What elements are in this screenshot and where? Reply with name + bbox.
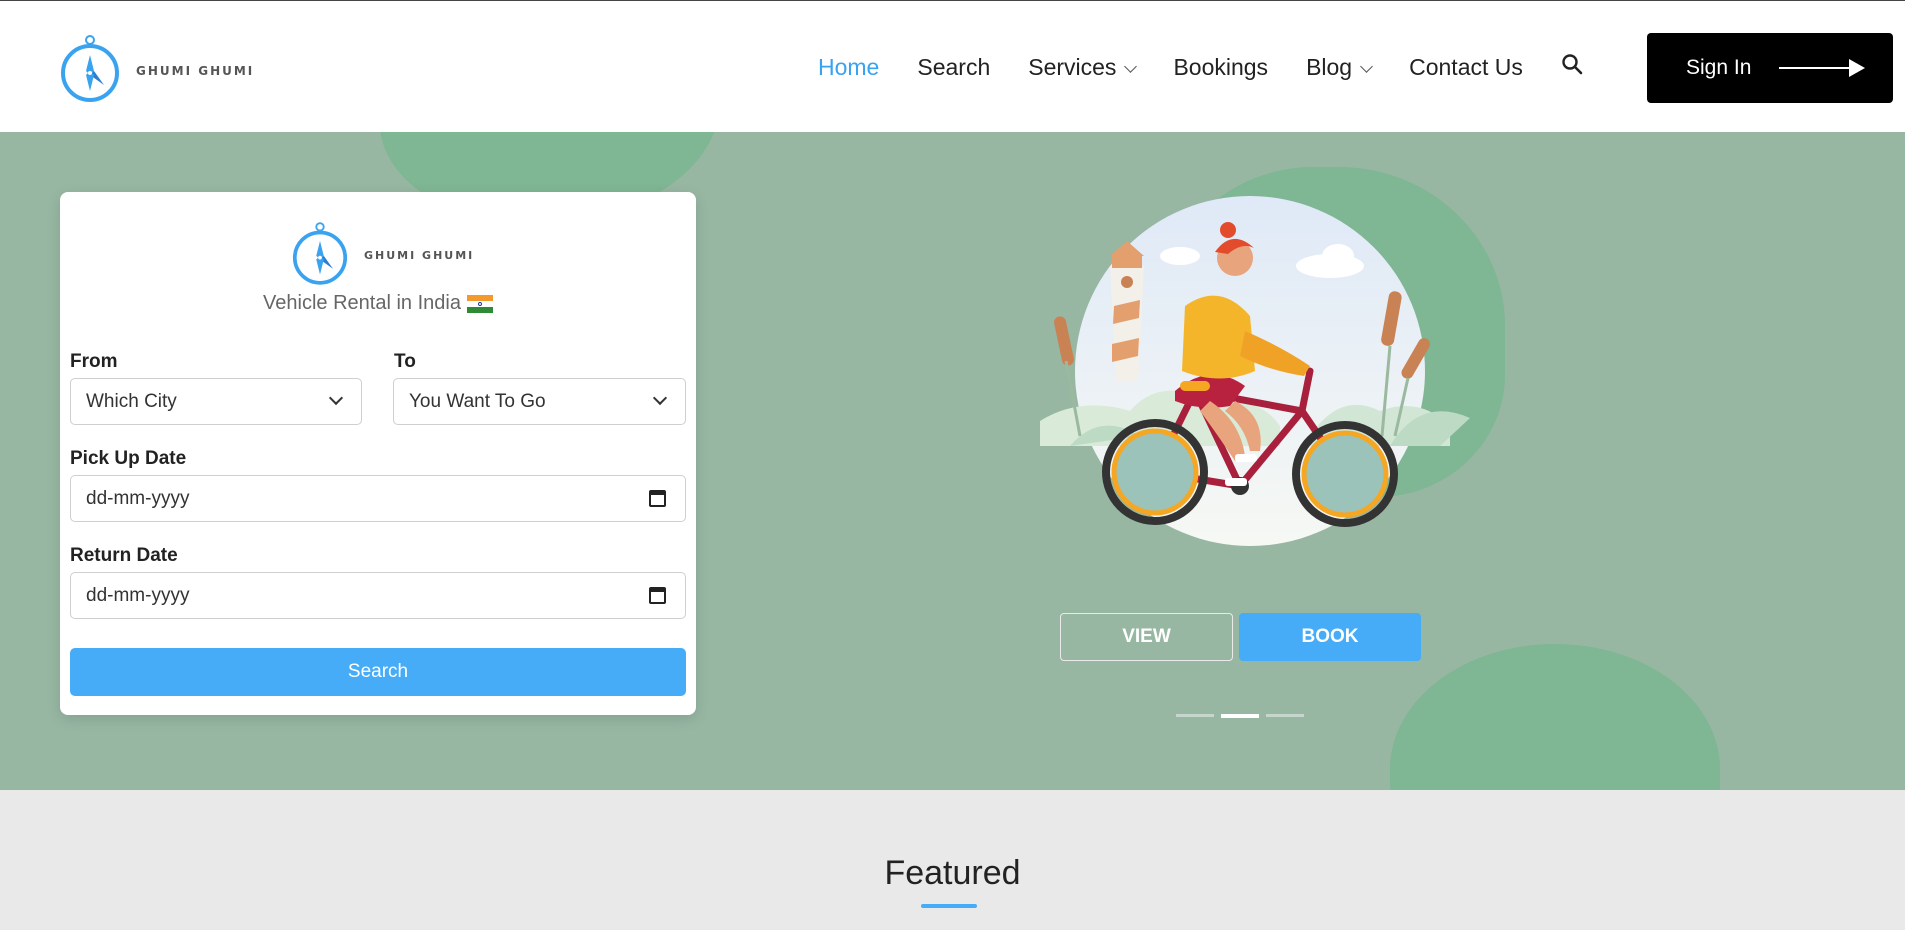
view-button-label: VIEW: [1122, 626, 1171, 647]
nav-search-label: Search: [917, 53, 991, 80]
main-nav: Home Search Services Bookings Blog Conta…: [818, 53, 1583, 81]
featured-section: Featured: [0, 790, 1905, 930]
from-city-select[interactable]: Which City: [70, 378, 362, 425]
carousel-indicators: [1176, 713, 1304, 718]
return-date-input[interactable]: dd-mm-yyyy: [70, 572, 686, 619]
chevron-down-icon: [1124, 59, 1138, 73]
nav-blog-label: Blog: [1306, 53, 1353, 80]
nav-contact-us-label: Contact Us: [1409, 53, 1523, 80]
nav-services-label: Services: [1028, 53, 1117, 80]
sign-in-button[interactable]: Sign In: [1647, 33, 1893, 103]
compass-icon: [292, 220, 348, 291]
featured-underline: [921, 904, 977, 908]
carousel-dot-active[interactable]: [1221, 713, 1259, 718]
nav-home[interactable]: Home: [818, 54, 879, 81]
book-button-label: BOOK: [1301, 626, 1359, 647]
form-brand-logo: GHUMI GHUMI: [292, 220, 474, 291]
search-icon[interactable]: [1561, 53, 1583, 81]
nav-blog[interactable]: Blog: [1306, 53, 1373, 81]
nav-contact-us[interactable]: Contact Us: [1409, 54, 1523, 81]
vehicle-search-form: GHUMI GHUMI Vehicle Rental in India From…: [60, 192, 696, 715]
to-city-value: You Want To Go: [409, 390, 546, 412]
return-date-label: Return Date: [70, 545, 178, 566]
calendar-icon[interactable]: [649, 490, 666, 507]
sign-in-label: Sign In: [1686, 56, 1752, 79]
nav-bookings[interactable]: Bookings: [1173, 54, 1268, 81]
chevron-down-icon: [652, 390, 668, 406]
featured-title: Featured: [884, 854, 1021, 892]
book-button[interactable]: BOOK: [1239, 613, 1421, 661]
compass-icon: [60, 33, 120, 108]
pickup-date-placeholder: dd-mm-yyyy: [86, 487, 190, 509]
from-city-value: Which City: [86, 390, 177, 412]
carousel-dot[interactable]: [1176, 714, 1214, 717]
chevron-down-icon: [328, 390, 344, 406]
view-button[interactable]: VIEW: [1060, 613, 1233, 661]
form-brand-name: GHUMI GHUMI: [364, 249, 475, 262]
chevron-down-icon: [1360, 59, 1373, 73]
decorative-blob: [1390, 644, 1720, 790]
from-label: From: [70, 351, 118, 372]
form-tagline: Vehicle Rental in India: [60, 292, 696, 315]
nav-home-label: Home: [818, 53, 880, 80]
nav-services[interactable]: Services: [1028, 53, 1138, 81]
to-label: To: [394, 351, 416, 372]
to-city-select[interactable]: You Want To Go: [393, 378, 686, 425]
nav-search[interactable]: Search: [917, 54, 990, 81]
carousel-dot[interactable]: [1266, 714, 1304, 717]
arrow-right-icon: [1779, 59, 1866, 77]
india-flag-icon: [466, 294, 493, 313]
pickup-date-label: Pick Up Date: [70, 448, 187, 469]
cyclist-illustration: [1010, 196, 1480, 546]
site-header: GHUMI GHUMI Home Search Services Booking…: [0, 0, 1905, 132]
brand-logo[interactable]: GHUMI GHUMI: [60, 33, 254, 108]
search-submit-button[interactable]: Search: [70, 648, 686, 696]
return-date-placeholder: dd-mm-yyyy: [86, 584, 190, 606]
brand-name: GHUMI GHUMI: [136, 63, 255, 78]
nav-bookings-label: Bookings: [1173, 53, 1269, 80]
search-submit-label: Search: [347, 661, 409, 682]
calendar-icon[interactable]: [649, 587, 666, 604]
pickup-date-input[interactable]: dd-mm-yyyy: [70, 475, 686, 522]
tagline-text: Vehicle Rental in India: [263, 292, 461, 314]
